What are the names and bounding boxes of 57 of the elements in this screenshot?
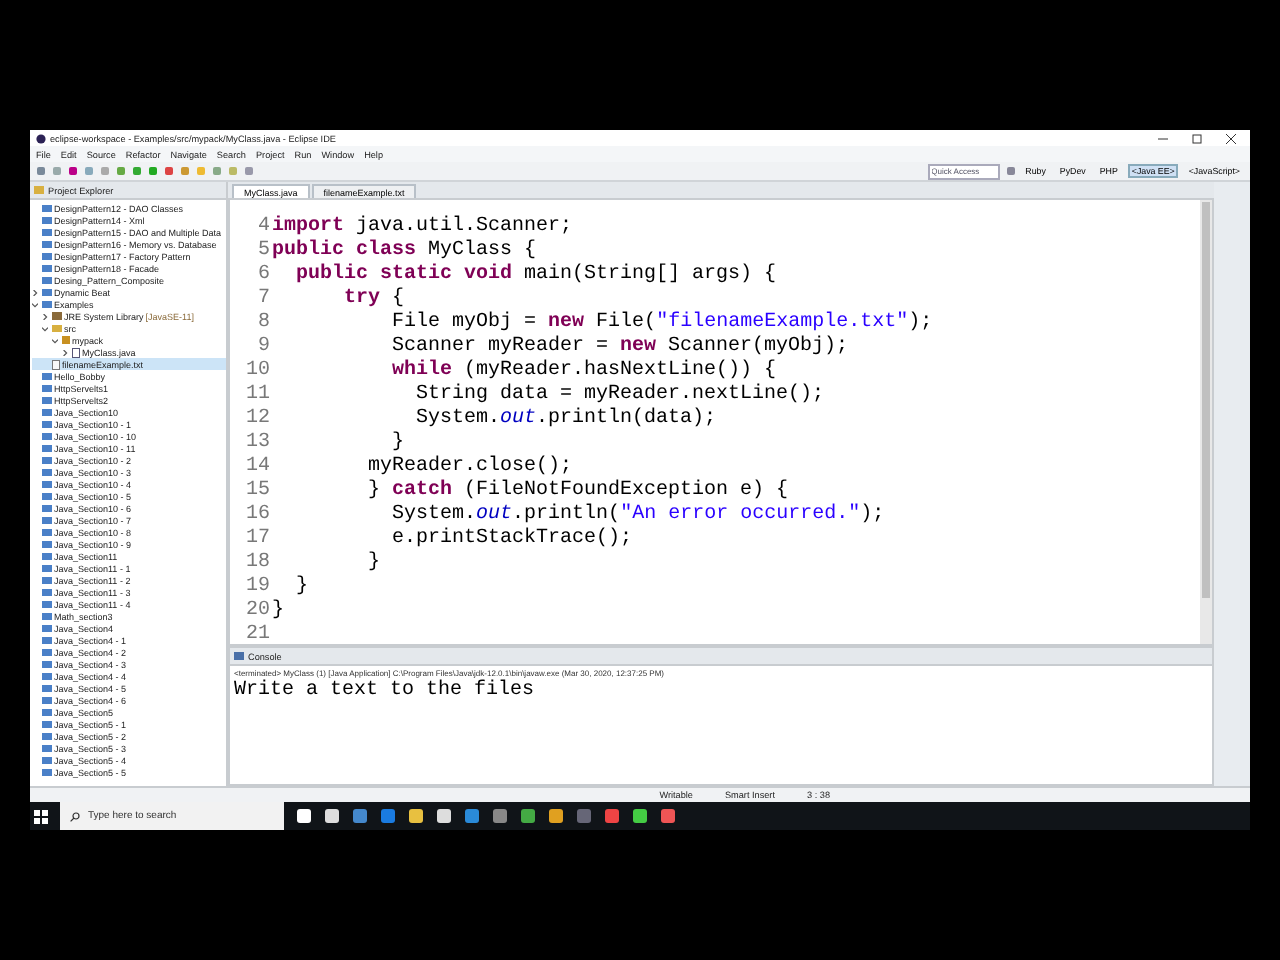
line-number: 16 <box>245 504 270 528</box>
code-line: } catch (FileNotFoundException e) { <box>366 480 791 503</box>
folder-icon <box>52 324 62 332</box>
line-number: 18 <box>245 552 270 576</box>
line-number: 14 <box>245 456 270 480</box>
search-icon <box>70 811 80 821</box>
text-file-icon <box>52 359 60 369</box>
collapsed-chevron-icon[interactable] <box>32 289 38 295</box>
line-number: 7 <box>257 288 270 312</box>
code-line: while (myReader.hasNextLine()) { <box>390 360 779 383</box>
code-line: } <box>366 552 383 576</box>
eclipse-logo-icon <box>36 133 46 143</box>
maximize-icon[interactable] <box>1192 133 1202 143</box>
line-number: 5 <box>257 240 270 264</box>
code-line: } <box>272 600 287 624</box>
code-line: System.out.println(data); <box>414 408 719 432</box>
explorer-icon <box>34 186 44 194</box>
console-output: Write a text to the files <box>232 680 537 702</box>
package-icon <box>62 336 70 344</box>
line-number: 13 <box>245 432 270 456</box>
line-number: 4 <box>257 216 270 240</box>
books-icon <box>52 312 62 320</box>
code-line: Scanner myReader = new Scanner(myObj); <box>390 336 851 359</box>
java-file-icon <box>72 347 80 357</box>
line-number: 21 <box>245 624 270 648</box>
code-line: import java.util.Scanner; <box>272 216 575 239</box>
close-icon[interactable] <box>1226 133 1236 143</box>
line-number: 15 <box>245 480 270 504</box>
code-line: } <box>390 432 407 455</box>
scrollbar[interactable] <box>1200 200 1212 644</box>
expanded-chevron-icon[interactable] <box>52 337 58 343</box>
line-number: 11 <box>245 384 270 408</box>
line-number: 12 <box>245 408 270 432</box>
windows-start-icon[interactable] <box>34 809 48 823</box>
code-line: String data = myReader.nextLine(); <box>414 384 827 407</box>
expanded-chevron-icon[interactable] <box>32 301 38 307</box>
code-line: try { <box>342 288 407 311</box>
line-number: 17 <box>245 528 270 552</box>
line-number: 9 <box>257 336 270 360</box>
minimize-icon[interactable] <box>1158 133 1168 143</box>
console-icon <box>234 652 244 660</box>
code-line: } <box>294 576 311 600</box>
expanded-chevron-icon[interactable] <box>42 325 48 331</box>
line-number: 20 <box>245 600 270 624</box>
code-line: System.out.println("An error occurred."); <box>390 504 887 527</box>
line-number: 6 <box>257 264 270 288</box>
line-number: 10 <box>245 360 270 384</box>
code-line: public static void main(String[] args) { <box>294 264 779 287</box>
line-number: 8 <box>257 312 270 336</box>
collapsed-chevron-icon[interactable] <box>42 313 48 319</box>
collapsed-chevron-icon[interactable] <box>62 349 68 355</box>
open-perspective-icon[interactable] <box>1005 166 1016 176</box>
code-line: e.printStackTrace(); <box>390 528 635 552</box>
code-line: public class MyClass { <box>272 240 539 263</box>
code-line: myReader.close(); <box>366 456 575 479</box>
line-number: 19 <box>245 576 270 600</box>
code-line: File myObj = new File("filenameExample.txt"); <box>390 312 935 335</box>
